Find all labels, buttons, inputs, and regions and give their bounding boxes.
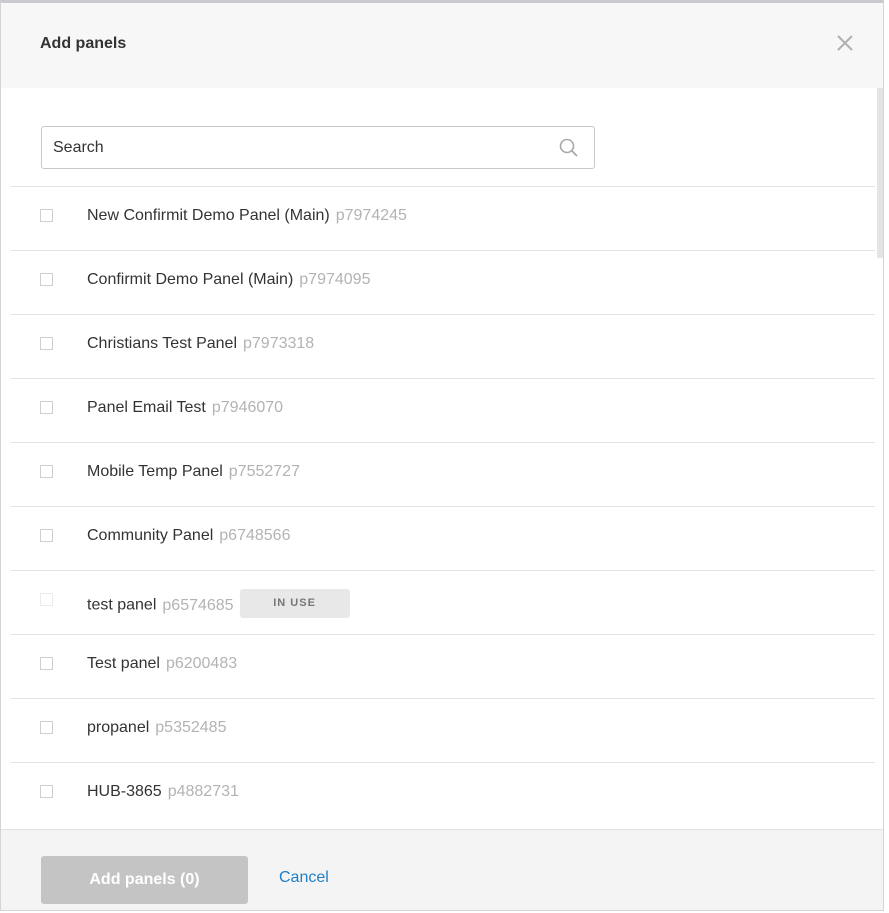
panel-id: p6748566 bbox=[219, 527, 291, 544]
panel-id: p7946070 bbox=[211, 399, 284, 416]
panel-id: p4882731 bbox=[167, 783, 239, 800]
panel-label: Mobile Temp Panel p7552727 bbox=[87, 463, 300, 481]
in-use-badge: IN USE bbox=[239, 589, 350, 618]
panel-label: Community Panel p6748566 bbox=[87, 527, 290, 545]
search-icon[interactable] bbox=[558, 137, 580, 159]
dialog-header: Add panels bbox=[1, 3, 883, 88]
add-panels-dialog: Add panels New Confirmit Demo Panel (Mai… bbox=[0, 0, 884, 911]
panel-id: p6200483 bbox=[165, 655, 238, 672]
panel-checkbox[interactable] bbox=[40, 209, 53, 222]
panel-row[interactable]: Panel Email Test p7946070 bbox=[11, 378, 875, 442]
panel-name: Mobile Temp Panel bbox=[87, 463, 223, 480]
panel-checkbox[interactable] bbox=[40, 273, 53, 286]
panel-id: p7552727 bbox=[228, 463, 300, 480]
panel-list: New Confirmit Demo Panel (Main) p7974245 C… bbox=[11, 186, 875, 826]
panel-row[interactable]: propanel p5352485 bbox=[11, 698, 875, 762]
search-input[interactable] bbox=[42, 127, 542, 168]
panel-label: New Confirmit Demo Panel (Main) p7974245 bbox=[87, 207, 407, 225]
dialog-title: Add panels bbox=[40, 35, 127, 52]
panel-row[interactable]: Confirmit Demo Panel (Main) p7974095 bbox=[11, 250, 875, 314]
panel-checkbox bbox=[40, 593, 53, 606]
scrollbar-thumb[interactable] bbox=[877, 88, 883, 258]
panel-row[interactable]: Test panel p6200483 bbox=[11, 634, 875, 698]
panel-checkbox[interactable] bbox=[40, 337, 53, 350]
panel-row[interactable]: New Confirmit Demo Panel (Main) p7974245 bbox=[11, 186, 875, 250]
panel-row[interactable]: Community Panel p6748566 bbox=[11, 506, 875, 570]
panel-name: Community Panel bbox=[87, 527, 214, 544]
panel-name: Test panel bbox=[87, 655, 160, 672]
close-button[interactable] bbox=[831, 29, 859, 57]
panel-row[interactable]: HUB-3865 p4882731 bbox=[11, 762, 875, 826]
dialog-footer: Add panels (0) Cancel bbox=[1, 829, 883, 910]
panel-id: p5352485 bbox=[155, 719, 227, 736]
panel-label: Confirmit Demo Panel (Main) p7974095 bbox=[87, 271, 370, 289]
panel-label: Christians Test Panel p7973318 bbox=[87, 335, 314, 353]
panel-label: Panel Email Test p7946070 bbox=[87, 399, 283, 417]
search-box bbox=[41, 126, 595, 169]
panel-label: propanel p5352485 bbox=[87, 719, 226, 737]
panel-row[interactable]: Christians Test Panel p7973318 bbox=[11, 314, 875, 378]
panel-checkbox[interactable] bbox=[40, 785, 53, 798]
panel-row[interactable]: test panel p6574685 IN USE bbox=[11, 570, 875, 634]
close-icon bbox=[837, 35, 853, 51]
panel-label: test panel p6574685 IN USE bbox=[87, 589, 350, 620]
panel-label: HUB-3865 p4882731 bbox=[87, 783, 239, 801]
panel-name: Christians Test Panel bbox=[87, 335, 237, 352]
panel-row[interactable]: Mobile Temp Panel p7552727 bbox=[11, 442, 875, 506]
panel-id: p7974095 bbox=[299, 271, 371, 288]
panel-checkbox[interactable] bbox=[40, 529, 53, 542]
panel-checkbox[interactable] bbox=[40, 465, 53, 478]
panel-id: p6574685 bbox=[162, 596, 234, 614]
panel-name: HUB-3865 bbox=[87, 783, 162, 800]
panel-checkbox[interactable] bbox=[40, 721, 53, 734]
panel-name: New Confirmit Demo Panel (Main) bbox=[87, 207, 330, 224]
cancel-link[interactable]: Cancel bbox=[279, 869, 329, 887]
dialog-body: New Confirmit Demo Panel (Main) p7974245 C… bbox=[1, 88, 883, 829]
panel-name: propanel bbox=[87, 719, 150, 736]
panel-checkbox[interactable] bbox=[40, 401, 53, 414]
panel-checkbox[interactable] bbox=[40, 657, 53, 670]
panel-id: p7974245 bbox=[335, 207, 407, 224]
panel-name: Panel Email Test bbox=[87, 399, 206, 416]
panel-name: test panel bbox=[87, 596, 157, 614]
panel-name: Confirmit Demo Panel (Main) bbox=[87, 271, 294, 288]
panel-id: p7973318 bbox=[243, 335, 315, 352]
add-panels-button[interactable]: Add panels (0) bbox=[41, 856, 248, 904]
panel-label: Test panel p6200483 bbox=[87, 655, 237, 673]
